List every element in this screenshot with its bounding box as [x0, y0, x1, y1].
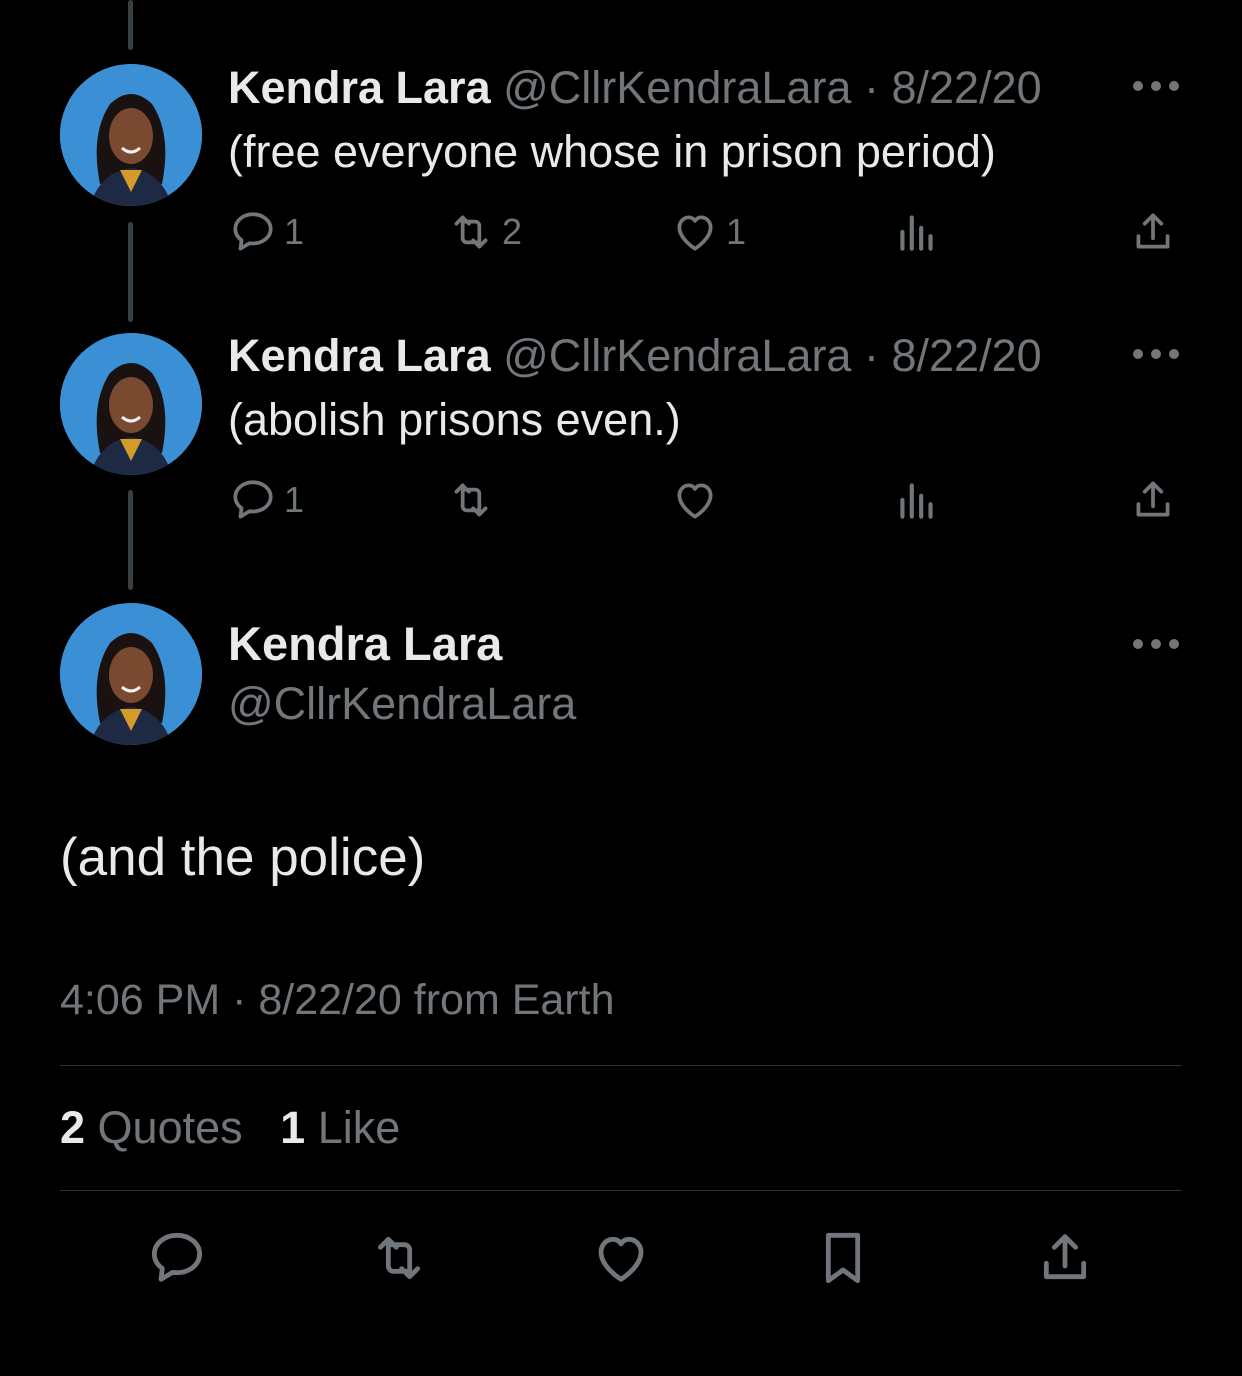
tweet-meta: 4:06 PM · 8/22/20 from Earth	[60, 976, 615, 1024]
quotes-stat[interactable]: 2 Quotes	[60, 1102, 243, 1153]
three-dots-icon	[1133, 639, 1179, 649]
views-button[interactable]	[892, 202, 942, 262]
tweet-header: Kendra Lara @CllrKendraLara · 8/22/20	[228, 328, 1092, 384]
retweet-count: 2	[502, 211, 523, 252]
heart-icon	[677, 483, 713, 519]
separator-dot: ·	[863, 62, 879, 113]
tweet-text: (free everyone whose in prison period)	[228, 126, 996, 177]
avatar[interactable]	[60, 603, 202, 745]
retweet-button[interactable]: 2	[446, 202, 522, 262]
avatar-portrait-icon	[60, 333, 202, 475]
like-button[interactable]	[589, 1226, 653, 1290]
likes-count: 1	[280, 1102, 306, 1153]
avatar-portrait-icon	[60, 64, 202, 206]
quotes-count: 2	[60, 1102, 86, 1153]
retweet-button[interactable]	[367, 1226, 431, 1290]
engagement-stats: 2 Quotes 1 Like	[60, 1100, 400, 1156]
share-upload-icon	[1043, 1234, 1087, 1280]
reply-button[interactable]: 1	[228, 470, 304, 530]
retweet-button[interactable]	[446, 470, 502, 530]
share-upload-icon	[1136, 213, 1170, 249]
share-upload-icon	[1136, 481, 1170, 517]
bookmark-button[interactable]	[811, 1226, 875, 1290]
share-button[interactable]	[1128, 470, 1178, 530]
reply-count: 1	[284, 479, 305, 520]
reply-button[interactable]	[145, 1226, 209, 1290]
three-dots-icon	[1133, 81, 1179, 91]
author-name[interactable]: Kendra Lara	[228, 616, 502, 672]
tweet-text: (and the police)	[60, 828, 426, 887]
separator-dot: ·	[863, 330, 879, 381]
three-dots-icon	[1133, 349, 1179, 359]
tweet-actions: 1 2 1	[228, 202, 1188, 262]
share-button[interactable]	[1033, 1226, 1097, 1290]
views-button[interactable]	[892, 470, 942, 530]
tweet-date[interactable]: 8/22/20	[892, 62, 1042, 113]
speech-bubble-icon	[151, 1232, 203, 1282]
bar-chart-icon	[900, 215, 933, 251]
like-count: 1	[726, 211, 747, 252]
author-handle[interactable]: @CllrKendraLara	[228, 676, 576, 732]
avatar[interactable]	[60, 64, 202, 206]
bar-chart-icon	[900, 483, 933, 519]
author-name[interactable]: Kendra Lara	[228, 62, 491, 113]
quotes-label: Quotes	[97, 1102, 243, 1153]
more-options-button[interactable]	[1128, 76, 1184, 96]
thread-line-1	[128, 222, 133, 322]
more-options-button[interactable]	[1128, 634, 1184, 654]
like-button[interactable]	[670, 470, 726, 530]
author-handle[interactable]: @CllrKendraLara	[503, 62, 851, 113]
likes-stat[interactable]: 1 Like	[280, 1102, 400, 1153]
author-handle[interactable]: @CllrKendraLara	[503, 330, 851, 381]
thread-line-2	[128, 490, 133, 590]
speech-bubble-icon	[233, 212, 273, 251]
author-name[interactable]: Kendra Lara	[228, 330, 491, 381]
avatar[interactable]	[60, 333, 202, 475]
tweet-date[interactable]: 8/22/20	[892, 330, 1042, 381]
tweet-header: Kendra Lara @CllrKendraLara · 8/22/20	[228, 60, 1092, 116]
retweet-arrows-icon	[377, 1236, 421, 1280]
thread-line-top	[128, 0, 133, 50]
heart-icon	[598, 1236, 644, 1282]
avatar-portrait-icon	[60, 603, 202, 745]
like-button[interactable]: 1	[670, 202, 746, 262]
more-options-button[interactable]	[1128, 344, 1184, 364]
speech-bubble-icon	[233, 480, 273, 519]
tweet-text: (abolish prisons even.)	[228, 394, 681, 445]
retweet-arrows-icon	[454, 483, 488, 517]
reply-count: 1	[284, 211, 305, 252]
heart-icon	[677, 215, 713, 251]
retweet-arrows-icon	[454, 215, 488, 249]
bookmark-icon	[825, 1232, 861, 1284]
divider	[60, 1065, 1182, 1066]
share-button[interactable]	[1128, 202, 1178, 262]
tweet-actions: 1	[228, 470, 1188, 530]
likes-label: Like	[317, 1102, 401, 1153]
reply-button[interactable]: 1	[228, 202, 304, 262]
divider	[60, 1190, 1182, 1191]
